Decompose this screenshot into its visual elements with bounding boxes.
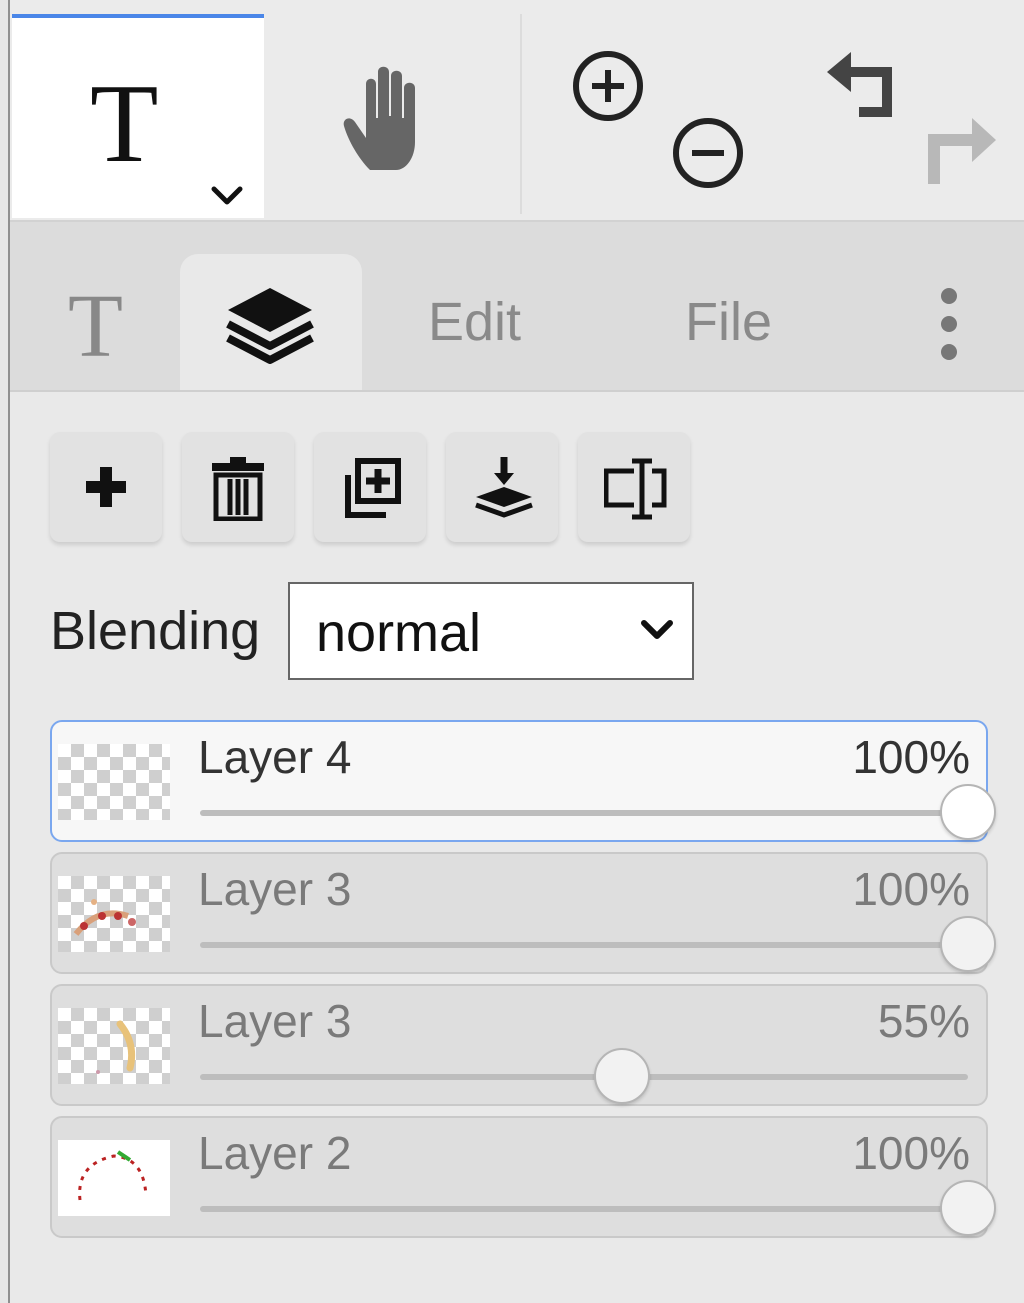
add-layer-button[interactable]: [50, 432, 162, 542]
layer-name: Layer 3: [198, 863, 352, 915]
zoom-out-icon: [673, 118, 743, 188]
rename-layer-icon: [604, 458, 667, 520]
zoom-in-button[interactable]: [570, 48, 646, 129]
dotted-arc-sketch: [78, 1150, 148, 1201]
blending-select[interactable]: normal: [288, 582, 694, 680]
hand-tool-button[interactable]: [340, 62, 446, 179]
layer-name: Layer 3: [198, 995, 352, 1047]
tool-toolbar: T: [10, 0, 1024, 222]
layer-row[interactable]: Layer 3 100%: [50, 852, 996, 974]
redo-icon: [928, 118, 996, 184]
duplicate-layer-button[interactable]: [314, 432, 426, 542]
duplicate-layer-icon: [345, 458, 401, 518]
toolbar-divider: [520, 14, 522, 214]
zoom-in-icon: [573, 51, 643, 121]
layers-icon: [226, 288, 314, 364]
layer-opacity-value: 100%: [852, 863, 970, 915]
layer-opacity-value: 100%: [852, 1127, 970, 1179]
paint-app-panel: T T Edit File Blending normal Layer 4 10…: [0, 0, 1024, 1303]
undo-button[interactable]: [825, 46, 899, 125]
zoom-out-button[interactable]: [670, 115, 746, 196]
panel-tabs: T Edit File: [10, 222, 1024, 392]
delete-layer-icon: [212, 457, 264, 521]
delete-layer-button[interactable]: [182, 432, 294, 542]
layer-thumbnail: [58, 1140, 170, 1216]
blending-value: normal: [316, 603, 482, 663]
opacity-slider[interactable]: [200, 916, 996, 972]
opacity-slider-thumb[interactable]: [940, 916, 996, 972]
opacity-slider[interactable]: [200, 784, 996, 840]
layers-panel: Blending normal Layer 4 100% Layer 3 100…: [10, 392, 1024, 1303]
layer-name: Layer 2: [198, 1127, 352, 1179]
tab-layers[interactable]: [180, 254, 362, 390]
redo-button[interactable]: [922, 110, 996, 195]
tab-file[interactable]: File: [685, 292, 772, 352]
opacity-slider-thumb[interactable]: [594, 1048, 651, 1104]
add-layer-icon: [86, 467, 126, 507]
opacity-slider[interactable]: [200, 1180, 996, 1236]
hand-icon: [343, 66, 415, 170]
text-T-icon: T: [90, 62, 159, 186]
opacity-slider-thumb[interactable]: [940, 784, 996, 840]
layer-row[interactable]: Layer 2 100%: [50, 1116, 996, 1238]
layer-row[interactable]: Layer 4 100%: [50, 720, 996, 842]
more-menu-button[interactable]: [938, 286, 960, 371]
merge-down-icon: [475, 457, 533, 518]
layer-row[interactable]: Layer 3 55%: [50, 984, 988, 1106]
tab-edit[interactable]: Edit: [428, 292, 521, 352]
vertical-dots-icon: [941, 288, 957, 360]
chevron-down-icon: [641, 620, 673, 639]
layer-opacity-value: 55%: [877, 995, 970, 1047]
undo-icon: [827, 52, 892, 117]
red-dots-sketch: [73, 899, 136, 936]
layer-opacity-value: 100%: [852, 731, 970, 783]
blending-label: Blending: [50, 601, 261, 661]
layer-thumbnail: [58, 744, 170, 820]
layer-name: Layer 4: [198, 731, 352, 783]
yellow-stroke-sketch: [96, 1020, 136, 1074]
chevron-down-icon[interactable]: [210, 184, 244, 213]
opacity-slider[interactable]: [200, 1048, 968, 1104]
rename-layer-button[interactable]: [578, 432, 690, 542]
text-tool-button[interactable]: T: [12, 14, 264, 218]
layer-thumbnail: [58, 876, 170, 952]
text-T-icon: T: [68, 277, 123, 376]
layer-thumbnail: [58, 1008, 170, 1084]
opacity-slider-thumb[interactable]: [940, 1180, 996, 1236]
merge-down-button[interactable]: [446, 432, 558, 542]
tab-text[interactable]: T: [68, 282, 123, 372]
